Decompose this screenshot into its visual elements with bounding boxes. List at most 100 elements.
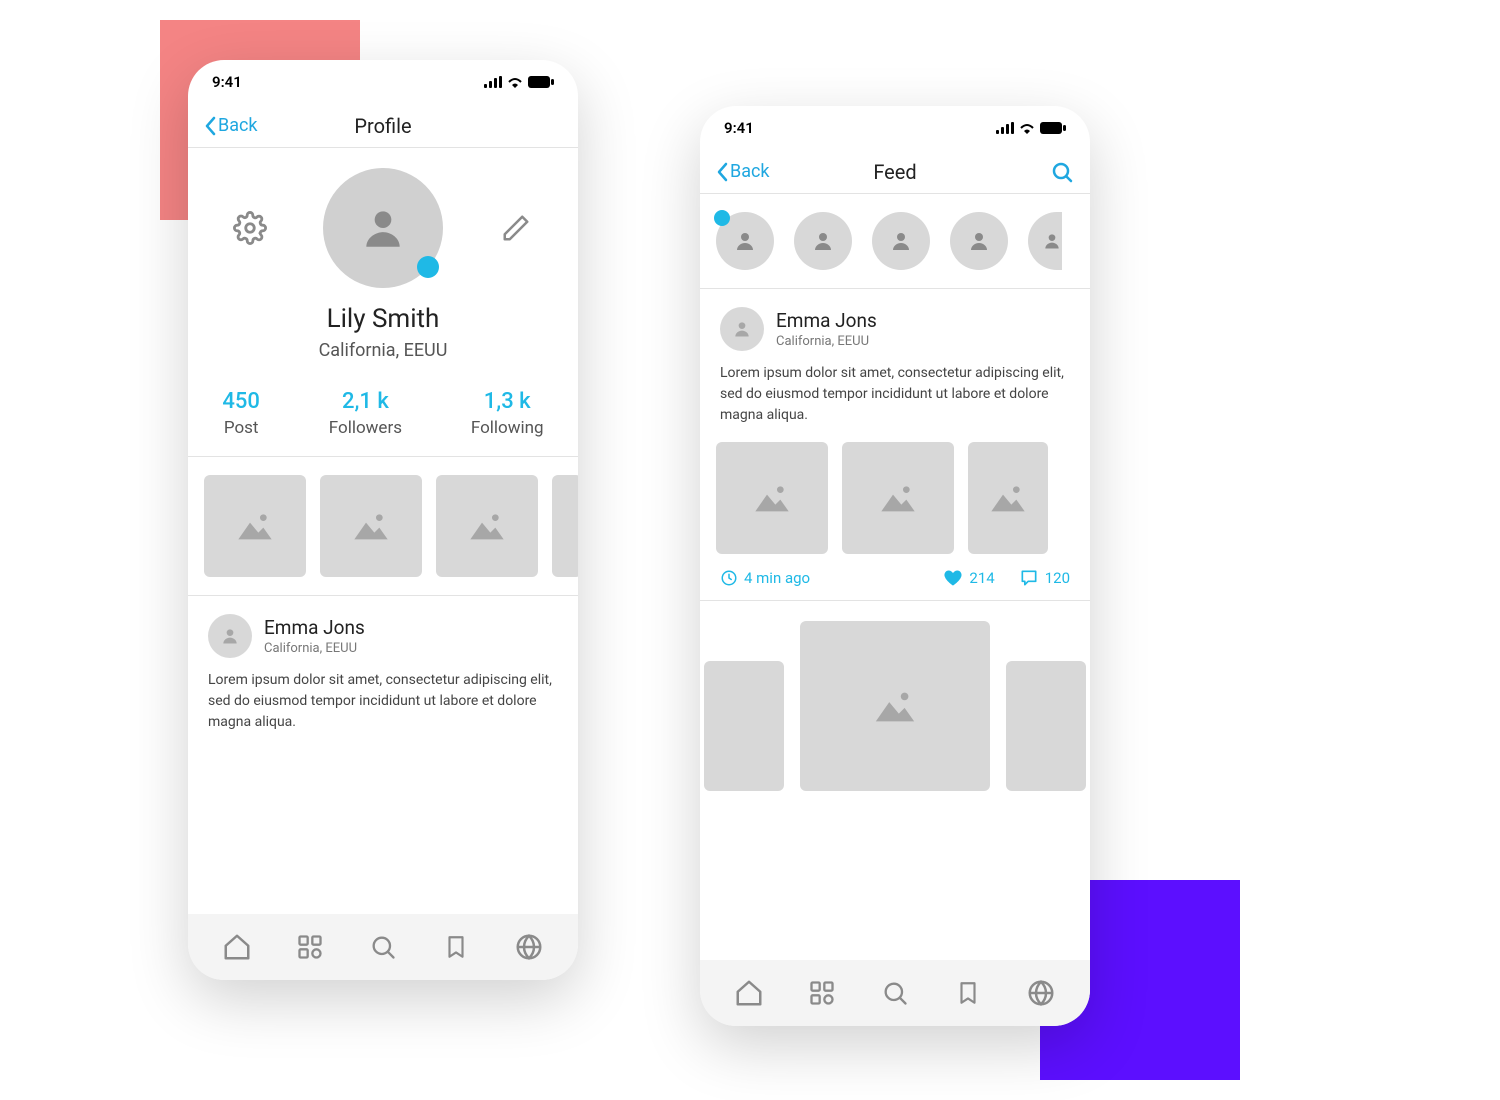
story-new-dot <box>714 210 730 226</box>
person-icon <box>732 319 752 339</box>
nav-search-button[interactable] <box>1050 160 1074 184</box>
image-icon <box>872 686 918 726</box>
post-header: Emma Jons California, EEUU <box>208 614 558 658</box>
settings-button[interactable] <box>230 208 270 248</box>
gallery-thumb[interactable] <box>204 475 306 577</box>
comment-icon <box>1019 568 1039 588</box>
post-thumb[interactable] <box>716 442 828 554</box>
status-bar: 9:41 <box>700 106 1090 150</box>
person-icon <box>220 626 240 646</box>
profile-header <box>188 148 578 296</box>
stat-followers[interactable]: 2,1 k Followers <box>329 389 402 438</box>
like-button[interactable]: 214 <box>943 568 994 588</box>
image-icon <box>988 480 1028 516</box>
back-button[interactable]: Back <box>204 115 258 136</box>
status-indicators <box>996 122 1066 134</box>
tab-grid[interactable] <box>292 929 328 965</box>
gallery-thumb[interactable] <box>436 475 538 577</box>
home-icon <box>222 932 252 962</box>
status-time: 9:41 <box>724 119 754 137</box>
comment-count: 120 <box>1045 569 1070 587</box>
globe-icon <box>514 932 544 962</box>
search-icon <box>881 979 909 1007</box>
tab-bar <box>188 914 578 980</box>
image-icon <box>351 508 391 544</box>
post-author-name: Emma Jons <box>776 309 877 332</box>
feed-post: Emma Jons California, EEUU Lorem ipsum d… <box>700 289 1090 601</box>
post-thumb[interactable] <box>968 442 1048 554</box>
comment-button[interactable]: 120 <box>1019 568 1070 588</box>
tab-search[interactable] <box>877 975 913 1011</box>
profile-name: Lily Smith <box>188 304 578 334</box>
back-button[interactable]: Back <box>716 161 770 182</box>
person-icon <box>811 229 835 253</box>
clock-icon <box>720 569 738 587</box>
feed-content: Emma Jons California, EEUU Lorem ipsum d… <box>700 194 1090 960</box>
post-author-name: Emma Jons <box>264 616 365 639</box>
carousel-thumb[interactable] <box>800 621 990 791</box>
post-author-location: California, EEUU <box>264 641 365 656</box>
person-icon <box>967 229 991 253</box>
profile-avatar[interactable] <box>323 168 443 288</box>
signal-icon <box>996 122 1014 134</box>
stat-following-value: 1,3 k <box>471 389 544 414</box>
chevron-left-icon <box>716 162 728 182</box>
pencil-icon <box>501 213 531 243</box>
wifi-icon <box>1018 122 1036 134</box>
search-icon <box>1050 160 1074 184</box>
story-item[interactable] <box>950 212 1008 270</box>
tab-grid[interactable] <box>804 975 840 1011</box>
heart-icon <box>943 568 963 588</box>
bookmark-icon <box>443 932 469 962</box>
tab-bar <box>700 960 1090 1026</box>
story-item[interactable] <box>794 212 852 270</box>
post-author-avatar[interactable] <box>720 307 764 351</box>
story-item[interactable] <box>872 212 930 270</box>
post-author-avatar[interactable] <box>208 614 252 658</box>
story-item[interactable] <box>716 212 774 270</box>
post-time-label: 4 min ago <box>744 569 810 587</box>
post-meta: 4 min ago 214 120 <box>720 564 1070 588</box>
bookmark-icon <box>955 978 981 1008</box>
tab-web[interactable] <box>1023 975 1059 1011</box>
tab-search[interactable] <box>365 929 401 965</box>
post-header: Emma Jons California, EEUU <box>720 307 1070 351</box>
image-icon <box>235 508 275 544</box>
stories-row <box>700 194 1090 289</box>
like-count: 214 <box>969 569 994 587</box>
gear-icon <box>233 211 267 245</box>
stat-followers-value: 2,1 k <box>329 389 402 414</box>
battery-icon <box>1040 122 1066 134</box>
gallery-thumb[interactable] <box>320 475 422 577</box>
post-thumb[interactable] <box>842 442 954 554</box>
story-item[interactable] <box>1028 212 1062 270</box>
person-icon <box>1042 229 1062 253</box>
tab-home[interactable] <box>219 929 255 965</box>
profile-stats: 450 Post 2,1 k Followers 1,3 k Following <box>188 379 578 457</box>
stat-posts[interactable]: 450 Post <box>222 389 260 438</box>
grid-icon <box>808 979 836 1007</box>
feed-carousel <box>700 601 1090 791</box>
image-icon <box>752 480 792 516</box>
back-label: Back <box>218 115 258 136</box>
tab-bookmark[interactable] <box>438 929 474 965</box>
edit-profile-button[interactable] <box>496 208 536 248</box>
status-indicators <box>484 76 554 88</box>
chevron-left-icon <box>204 116 216 136</box>
back-label: Back <box>730 161 770 182</box>
post-body: Lorem ipsum dolor sit amet, consectetur … <box>720 363 1070 426</box>
tab-home[interactable] <box>731 975 767 1011</box>
status-time: 9:41 <box>212 73 242 91</box>
gallery-thumb[interactable] <box>552 475 578 577</box>
phone-feed: 9:41 Back Feed <box>700 106 1090 1026</box>
tab-web[interactable] <box>511 929 547 965</box>
profile-gallery <box>188 457 578 596</box>
carousel-thumb[interactable] <box>1006 661 1086 791</box>
feed-post: Emma Jons California, EEUU Lorem ipsum d… <box>188 596 578 745</box>
carousel-thumb[interactable] <box>704 661 784 791</box>
tab-bookmark[interactable] <box>950 975 986 1011</box>
status-bar: 9:41 <box>188 60 578 104</box>
stat-posts-value: 450 <box>222 389 260 414</box>
post-author-location: California, EEUU <box>776 334 877 349</box>
stat-following[interactable]: 1,3 k Following <box>471 389 544 438</box>
